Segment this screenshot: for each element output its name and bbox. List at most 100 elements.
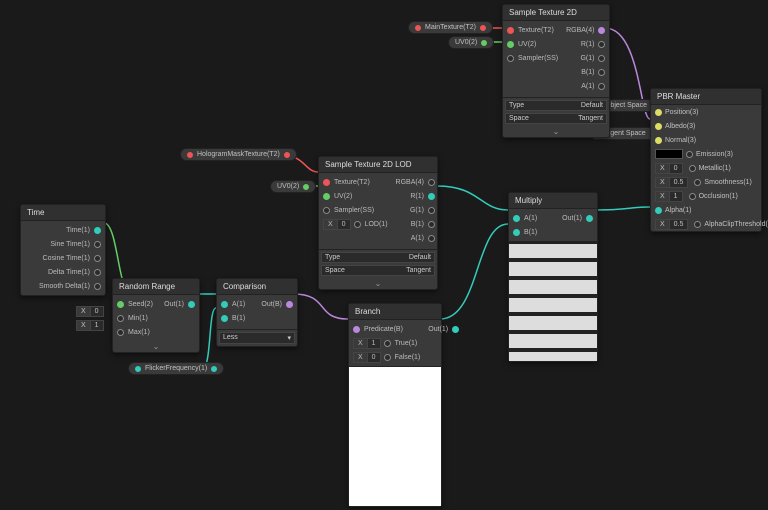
port-label: A(1) bbox=[411, 235, 424, 242]
port-label: True(1) bbox=[395, 340, 418, 347]
node-title: Comparison bbox=[217, 279, 297, 295]
node-title: Sample Texture 2D bbox=[503, 5, 609, 21]
output-port-icon bbox=[480, 25, 486, 31]
preview-image bbox=[349, 366, 441, 506]
node-title: Time bbox=[21, 205, 105, 221]
input-port-icon[interactable] bbox=[655, 207, 662, 214]
port-label: Smoothness(1) bbox=[704, 179, 751, 186]
field-random-max[interactable]: X1 bbox=[76, 320, 107, 331]
collapse-icon[interactable]: ⌄ bbox=[319, 278, 437, 289]
input-port-icon[interactable] bbox=[221, 315, 228, 322]
node-title: Branch bbox=[349, 304, 441, 320]
output-port-icon[interactable] bbox=[598, 83, 605, 90]
output-port-icon[interactable] bbox=[94, 241, 101, 248]
field-lod[interactable]: X0 bbox=[323, 219, 351, 230]
input-port-icon[interactable] bbox=[655, 109, 662, 116]
node-random-range[interactable]: Random Range Seed(2) Min(1) Max(1) Out(1… bbox=[112, 278, 200, 353]
dropdown-space[interactable]: SpaceTangent bbox=[321, 265, 435, 276]
input-port-icon[interactable] bbox=[323, 193, 330, 200]
input-port-icon[interactable] bbox=[513, 229, 520, 236]
field-true[interactable]: X1 bbox=[353, 338, 381, 349]
node-title: Random Range bbox=[113, 279, 199, 295]
prop-maintexture[interactable]: MainTexture(T2) bbox=[408, 21, 493, 34]
dropdown-space[interactable]: SpaceTangent bbox=[505, 113, 607, 124]
output-port-icon[interactable] bbox=[598, 69, 605, 76]
collapse-icon[interactable]: ⌄ bbox=[503, 126, 609, 137]
output-port-icon[interactable] bbox=[94, 227, 101, 234]
port-label: Out(1) bbox=[562, 215, 582, 222]
input-port-icon[interactable] bbox=[655, 123, 662, 130]
node-multiply[interactable]: Multiply A(1) B(1) Out(1) bbox=[508, 192, 598, 362]
output-port-icon[interactable] bbox=[428, 179, 435, 186]
prop-uv0-lod[interactable]: UV0(2) bbox=[270, 180, 316, 193]
input-port-icon[interactable] bbox=[689, 165, 696, 172]
input-port-icon[interactable] bbox=[507, 27, 514, 34]
output-port-icon[interactable] bbox=[188, 301, 195, 308]
collapse-icon[interactable]: ⌄ bbox=[113, 341, 199, 352]
prop-label-text: HologramMaskTexture(T2) bbox=[197, 151, 280, 158]
input-port-icon[interactable] bbox=[694, 179, 701, 186]
port-label: Emission(3) bbox=[696, 151, 733, 158]
prop-flicker[interactable]: FlickerFrequency(1) bbox=[128, 362, 224, 375]
output-port-icon[interactable] bbox=[94, 283, 101, 290]
port-label: UV(2) bbox=[334, 193, 352, 200]
port-label: Out(1) bbox=[428, 326, 448, 333]
node-time[interactable]: Time Time(1) Sine Time(1) Cosine Time(1)… bbox=[20, 204, 106, 296]
output-port-icon[interactable] bbox=[452, 326, 459, 333]
input-port-icon[interactable] bbox=[323, 179, 330, 186]
node-comparison[interactable]: Comparison A(1) B(1) Out(B) Less▾ bbox=[216, 278, 298, 347]
input-port-icon[interactable] bbox=[117, 301, 124, 308]
input-port-icon[interactable] bbox=[384, 340, 391, 347]
output-port-icon[interactable] bbox=[286, 301, 293, 308]
port-label: Position(3) bbox=[665, 109, 698, 116]
input-port-icon[interactable] bbox=[655, 137, 662, 144]
output-port-icon[interactable] bbox=[598, 41, 605, 48]
node-title: Multiply bbox=[509, 193, 597, 209]
input-port-icon[interactable] bbox=[384, 354, 391, 361]
port-label: Sampler(SS) bbox=[334, 207, 374, 214]
input-port-icon[interactable] bbox=[694, 221, 701, 228]
input-port-icon[interactable] bbox=[686, 151, 693, 158]
dropdown-compare-mode[interactable]: Less▾ bbox=[219, 332, 295, 344]
output-port-icon[interactable] bbox=[598, 27, 605, 34]
port-label: Max(1) bbox=[128, 329, 150, 336]
port-label: RGBA(4) bbox=[396, 179, 424, 186]
field-random-min[interactable]: X0 bbox=[76, 306, 107, 317]
output-port-icon[interactable] bbox=[598, 55, 605, 62]
port-label: R(1) bbox=[581, 41, 595, 48]
output-port-icon[interactable] bbox=[428, 221, 435, 228]
dropdown-type[interactable]: TypeDefault bbox=[505, 100, 607, 111]
node-sample-texture-2d-lod[interactable]: Sample Texture 2D LOD Texture(T2) UV(2) … bbox=[318, 156, 438, 290]
input-port-icon[interactable] bbox=[117, 329, 124, 336]
port-label: Out(1) bbox=[164, 301, 184, 308]
dropdown-type[interactable]: TypeDefault bbox=[321, 252, 435, 263]
field-false[interactable]: X0 bbox=[353, 352, 381, 363]
node-branch[interactable]: Branch Predicate(B) X1True(1) X0False(1)… bbox=[348, 303, 442, 507]
port-label: Sine Time(1) bbox=[50, 241, 90, 248]
prop-dot-icon bbox=[187, 152, 193, 158]
port-label: G(1) bbox=[410, 207, 424, 214]
input-port-icon[interactable] bbox=[689, 193, 696, 200]
node-pbr-master[interactable]: PBR Master Position(3) Albedo(3) Normal(… bbox=[650, 88, 762, 232]
input-port-icon[interactable] bbox=[117, 315, 124, 322]
port-label: Seed(2) bbox=[128, 301, 153, 308]
output-port-icon[interactable] bbox=[428, 207, 435, 214]
node-title: PBR Master bbox=[651, 89, 761, 105]
input-port-icon[interactable] bbox=[323, 207, 330, 214]
output-port-icon[interactable] bbox=[428, 235, 435, 242]
prop-uv0-top[interactable]: UV0(2) bbox=[448, 36, 494, 49]
input-port-icon[interactable] bbox=[353, 326, 360, 333]
prop-hologrammask[interactable]: HologramMaskTexture(T2) bbox=[180, 148, 297, 161]
output-port-icon[interactable] bbox=[94, 255, 101, 262]
input-port-icon[interactable] bbox=[513, 215, 520, 222]
input-port-icon[interactable] bbox=[221, 301, 228, 308]
color-swatch[interactable] bbox=[655, 149, 683, 159]
prop-dot-icon bbox=[415, 25, 421, 31]
input-port-icon[interactable] bbox=[354, 221, 361, 228]
node-sample-texture-2d[interactable]: Sample Texture 2D Texture(T2) UV(2) Samp… bbox=[502, 4, 610, 138]
input-port-icon[interactable] bbox=[507, 41, 514, 48]
output-port-icon[interactable] bbox=[428, 193, 435, 200]
input-port-icon[interactable] bbox=[507, 55, 514, 62]
output-port-icon[interactable] bbox=[586, 215, 593, 222]
output-port-icon[interactable] bbox=[94, 269, 101, 276]
